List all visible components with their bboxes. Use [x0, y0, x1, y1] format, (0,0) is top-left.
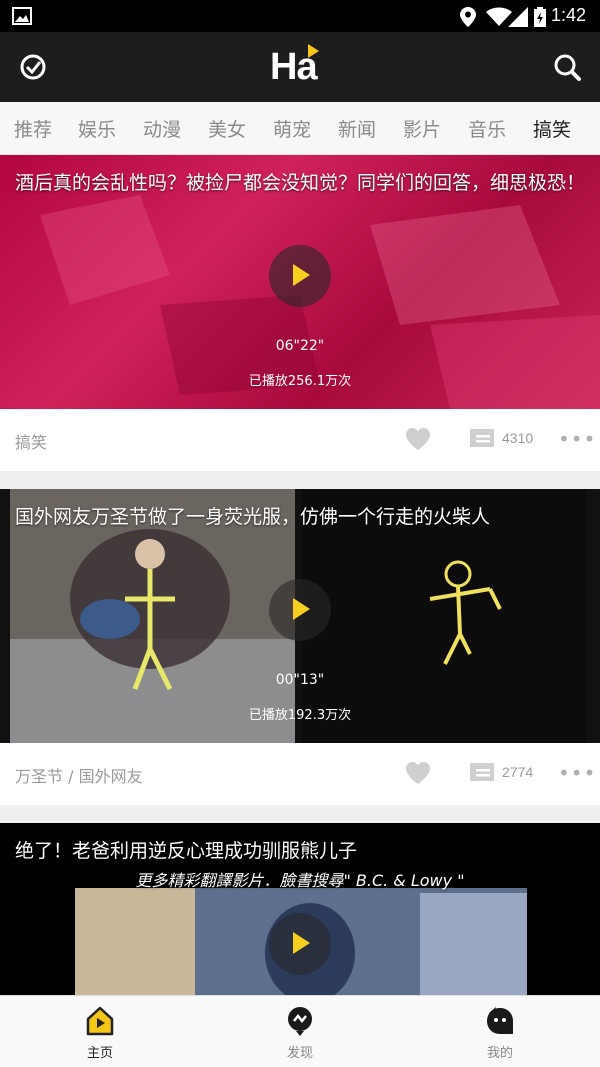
video-thumbnail[interactable]: 国外网友万圣节做了一身荧光服，仿佛一个行走的火柴人 00"13" 已播放192.…: [0, 489, 600, 743]
app-bar: Ha: [0, 32, 600, 102]
image-notification-icon: [12, 7, 32, 25]
card-footer: 万圣节 / 国外网友 2774 •••: [0, 743, 600, 805]
tab-funny[interactable]: 搞笑: [533, 115, 571, 142]
play-icon: [293, 598, 310, 620]
play-button[interactable]: [269, 579, 331, 641]
nav-mine-label: 我的: [486, 1046, 513, 1061]
play-count: 已播放256.1万次: [248, 374, 352, 389]
more-options-icon[interactable]: •••: [558, 427, 596, 451]
tab-films[interactable]: 影片: [403, 115, 441, 142]
video-title[interactable]: 绝了！老爸利用逆反心理成功驯服熊儿子: [15, 837, 585, 865]
status-bar: 1:42: [0, 0, 600, 32]
discover-icon: [288, 1007, 312, 1036]
battery-icon: [534, 7, 546, 27]
bottom-nav: 主页 发现 我的: [0, 995, 600, 1067]
play-button[interactable]: [269, 913, 331, 975]
video-tags[interactable]: 搞笑: [15, 429, 47, 453]
play-icon: [293, 932, 310, 954]
location-icon: [460, 7, 476, 27]
video-thumbnail[interactable]: 酒后真的会乱性吗？被捡尸都会没知觉？同学们的回答，细思极恐！ 06"22" 已播…: [0, 155, 600, 409]
profile-icon: [487, 1007, 513, 1034]
feed-card: 酒后真的会乱性吗？被捡尸都会没知觉？同学们的回答，细思极恐！ 06"22" 已播…: [0, 155, 600, 471]
comment-count: 4310: [502, 430, 534, 446]
tab-entertainment[interactable]: 娱乐: [78, 115, 116, 142]
video-title[interactable]: 酒后真的会乱性吗？被捡尸都会没知觉？同学们的回答，细思极恐！: [15, 169, 585, 197]
nav-home-label: 主页: [86, 1046, 113, 1061]
feed-card: 绝了！老爸利用逆反心理成功驯服熊儿子 更多精彩翻譯影片．臉書搜尋" B.C. &…: [0, 823, 600, 995]
tab-news[interactable]: 新闻: [338, 115, 376, 142]
tab-recommend[interactable]: 推荐: [14, 115, 52, 142]
nav-discover[interactable]: 发现: [240, 996, 360, 1067]
check-circle-icon[interactable]: [18, 52, 48, 82]
home-icon: [86, 1006, 114, 1036]
category-tabs: 推荐 娱乐 动漫 美女 萌宠 新闻 影片 音乐 搞笑: [0, 102, 600, 155]
status-time: 1:42: [550, 5, 586, 25]
video-subtitle-overlay: 更多精彩翻譯影片．臉書搜尋" B.C. & Lowy ": [135, 871, 465, 890]
signal-icon: [508, 7, 528, 27]
play-count: 已播放192.3万次: [248, 708, 352, 723]
search-icon[interactable]: [552, 52, 582, 82]
heart-icon[interactable]: [405, 427, 431, 451]
play-icon: [293, 264, 310, 286]
tab-beauty[interactable]: 美女: [208, 115, 246, 142]
app-logo: Ha: [270, 44, 319, 89]
video-tags[interactable]: 万圣节 / 国外网友: [15, 763, 143, 787]
more-options-icon[interactable]: •••: [558, 761, 596, 785]
tab-music[interactable]: 音乐: [468, 115, 506, 142]
heart-icon[interactable]: [405, 761, 431, 785]
nav-mine[interactable]: 我的: [440, 996, 560, 1067]
video-duration: 00"13": [275, 672, 325, 688]
nav-discover-label: 发现: [286, 1046, 313, 1061]
tab-anime[interactable]: 动漫: [143, 115, 181, 142]
comment-icon[interactable]: [470, 429, 494, 449]
video-thumbnail[interactable]: 绝了！老爸利用逆反心理成功驯服熊儿子 更多精彩翻譯影片．臉書搜尋" B.C. &…: [0, 823, 600, 995]
tab-pets[interactable]: 萌宠: [273, 115, 311, 142]
comment-icon[interactable]: [470, 763, 494, 783]
feed-card: 国外网友万圣节做了一身荧光服，仿佛一个行走的火柴人 00"13" 已播放192.…: [0, 489, 600, 805]
comment-count: 2774: [502, 764, 534, 780]
video-title[interactable]: 国外网友万圣节做了一身荧光服，仿佛一个行走的火柴人: [15, 503, 585, 531]
video-duration: 06"22": [275, 338, 325, 354]
logo-play-icon: [308, 44, 319, 58]
card-footer: 搞笑 4310 •••: [0, 409, 600, 471]
play-button[interactable]: [269, 245, 331, 307]
nav-home[interactable]: 主页: [40, 996, 160, 1067]
